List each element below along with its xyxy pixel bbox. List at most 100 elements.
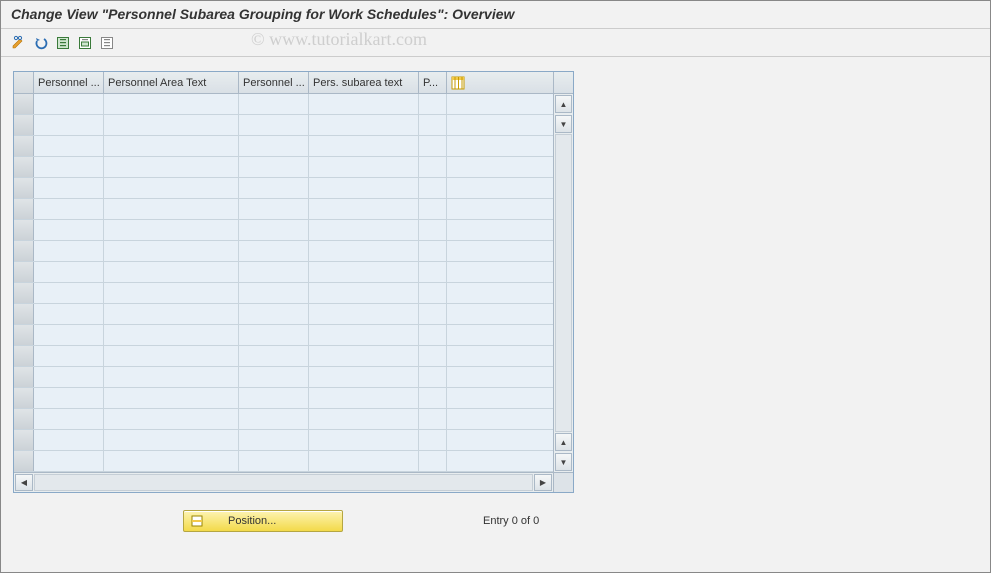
cell-ps-grouping[interactable] [419, 136, 447, 156]
cell-ps-grouping[interactable] [419, 220, 447, 240]
horizontal-scroll-track[interactable] [34, 474, 533, 491]
column-header-personnel-area-text[interactable]: Personnel Area Text [104, 72, 239, 93]
cell-personnel-area[interactable] [34, 115, 104, 135]
cell-personnel-area-text[interactable] [104, 262, 239, 282]
scroll-up-button-2[interactable]: ▲ [555, 433, 572, 451]
cell-ps-grouping[interactable] [419, 241, 447, 261]
cell-ps-grouping[interactable] [419, 304, 447, 324]
cell-pers-subarea-text[interactable] [309, 241, 419, 261]
cell-ps-grouping[interactable] [419, 94, 447, 114]
column-header-ps-grouping[interactable]: P... [419, 72, 447, 93]
column-header-personnel-subarea[interactable]: Personnel ... [239, 72, 309, 93]
cell-personnel-area-text[interactable] [104, 157, 239, 177]
cell-pers-subarea-text[interactable] [309, 115, 419, 135]
toggle-change-display-button[interactable] [9, 33, 29, 53]
cell-ps-grouping[interactable] [419, 283, 447, 303]
cell-personnel-area[interactable] [34, 367, 104, 387]
vertical-scroll-track[interactable] [555, 134, 572, 432]
cell-personnel-subarea[interactable] [239, 115, 309, 135]
row-selector[interactable] [14, 325, 34, 345]
cell-personnel-area[interactable] [34, 325, 104, 345]
position-button[interactable]: Position... [183, 510, 343, 532]
cell-personnel-area[interactable] [34, 430, 104, 450]
row-selector[interactable] [14, 283, 34, 303]
column-header-pers-subarea-text[interactable]: Pers. subarea text [309, 72, 419, 93]
row-selector[interactable] [14, 262, 34, 282]
cell-pers-subarea-text[interactable] [309, 367, 419, 387]
cell-personnel-area-text[interactable] [104, 94, 239, 114]
cell-pers-subarea-text[interactable] [309, 136, 419, 156]
cell-personnel-area[interactable] [34, 241, 104, 261]
row-selector[interactable] [14, 136, 34, 156]
row-selector[interactable] [14, 220, 34, 240]
cell-personnel-subarea[interactable] [239, 241, 309, 261]
row-selector[interactable] [14, 451, 34, 471]
cell-personnel-subarea[interactable] [239, 220, 309, 240]
cell-personnel-subarea[interactable] [239, 304, 309, 324]
row-selector[interactable] [14, 199, 34, 219]
row-selector[interactable] [14, 388, 34, 408]
row-selector[interactable] [14, 409, 34, 429]
scroll-down-button[interactable]: ▼ [555, 115, 572, 133]
cell-personnel-area-text[interactable] [104, 220, 239, 240]
cell-pers-subarea-text[interactable] [309, 157, 419, 177]
cell-personnel-subarea[interactable] [239, 346, 309, 366]
cell-personnel-area[interactable] [34, 346, 104, 366]
cell-ps-grouping[interactable] [419, 430, 447, 450]
cell-pers-subarea-text[interactable] [309, 430, 419, 450]
cell-ps-grouping[interactable] [419, 262, 447, 282]
row-selector[interactable] [14, 241, 34, 261]
cell-personnel-area[interactable] [34, 157, 104, 177]
scroll-right-button[interactable]: ▶ [534, 474, 552, 491]
cell-pers-subarea-text[interactable] [309, 199, 419, 219]
cell-personnel-subarea[interactable] [239, 409, 309, 429]
cell-personnel-area-text[interactable] [104, 346, 239, 366]
cell-ps-grouping[interactable] [419, 325, 447, 345]
cell-personnel-area[interactable] [34, 409, 104, 429]
cell-pers-subarea-text[interactable] [309, 388, 419, 408]
cell-personnel-subarea[interactable] [239, 325, 309, 345]
cell-personnel-area-text[interactable] [104, 430, 239, 450]
cell-pers-subarea-text[interactable] [309, 346, 419, 366]
cell-personnel-area[interactable] [34, 262, 104, 282]
cell-personnel-area[interactable] [34, 178, 104, 198]
cell-personnel-area-text[interactable] [104, 115, 239, 135]
cell-pers-subarea-text[interactable] [309, 178, 419, 198]
cell-personnel-area-text[interactable] [104, 367, 239, 387]
cell-personnel-subarea[interactable] [239, 262, 309, 282]
scroll-left-button[interactable]: ◀ [15, 474, 33, 491]
row-selector[interactable] [14, 157, 34, 177]
cell-personnel-subarea[interactable] [239, 388, 309, 408]
cell-ps-grouping[interactable] [419, 367, 447, 387]
cell-personnel-area-text[interactable] [104, 409, 239, 429]
cell-personnel-area-text[interactable] [104, 283, 239, 303]
cell-ps-grouping[interactable] [419, 178, 447, 198]
cell-pers-subarea-text[interactable] [309, 262, 419, 282]
cell-personnel-subarea[interactable] [239, 178, 309, 198]
cell-personnel-area[interactable] [34, 451, 104, 471]
row-selector[interactable] [14, 178, 34, 198]
cell-personnel-area-text[interactable] [104, 325, 239, 345]
cell-personnel-area-text[interactable] [104, 451, 239, 471]
cell-personnel-area-text[interactable] [104, 388, 239, 408]
cell-personnel-subarea[interactable] [239, 367, 309, 387]
cell-personnel-area-text[interactable] [104, 304, 239, 324]
row-selector[interactable] [14, 346, 34, 366]
cell-personnel-area[interactable] [34, 136, 104, 156]
cell-personnel-area[interactable] [34, 199, 104, 219]
cell-personnel-area[interactable] [34, 220, 104, 240]
cell-personnel-area[interactable] [34, 94, 104, 114]
select-block-button[interactable] [75, 33, 95, 53]
cell-personnel-subarea[interactable] [239, 283, 309, 303]
cell-ps-grouping[interactable] [419, 157, 447, 177]
row-selector[interactable] [14, 367, 34, 387]
select-all-button[interactable] [53, 33, 73, 53]
scroll-down-button-2[interactable]: ▼ [555, 453, 572, 471]
scroll-up-button[interactable]: ▲ [555, 95, 572, 113]
cell-personnel-area[interactable] [34, 304, 104, 324]
cell-pers-subarea-text[interactable] [309, 220, 419, 240]
cell-personnel-area-text[interactable] [104, 241, 239, 261]
cell-personnel-area-text[interactable] [104, 136, 239, 156]
column-header-personnel-area[interactable]: Personnel ... [34, 72, 104, 93]
cell-personnel-subarea[interactable] [239, 157, 309, 177]
